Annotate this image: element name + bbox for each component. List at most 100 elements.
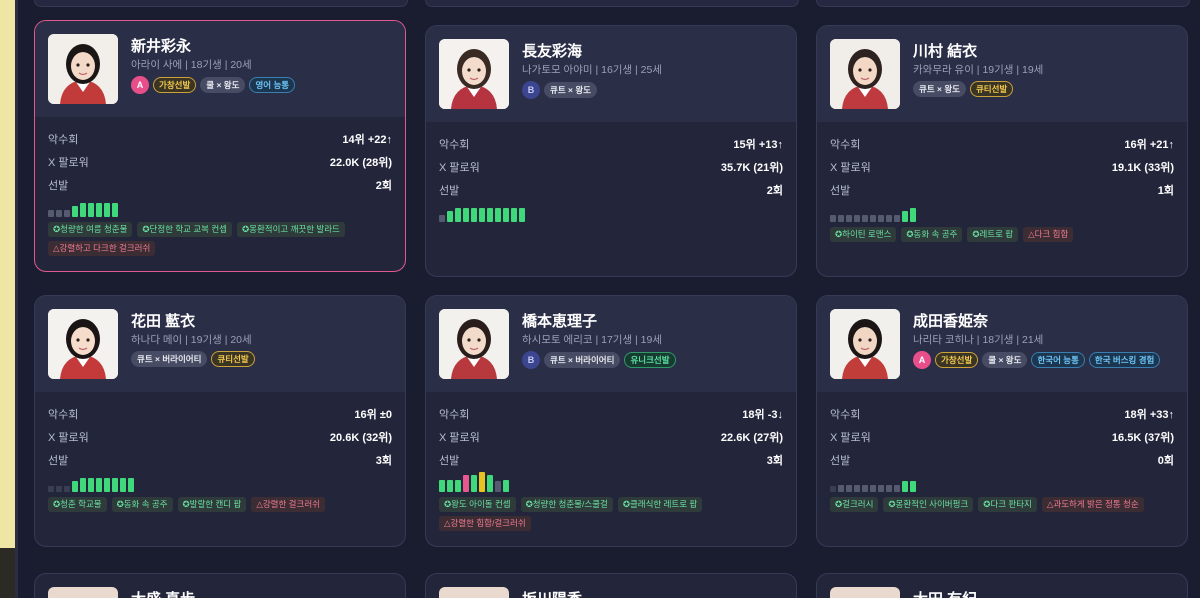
stats-block: 악수회 15위 +13↑ X 팔로워 35.7K (21위) 선발 2회 [439,132,783,201]
tag-list: B 큐트 × 버라이어티 유니크선발 [522,351,676,369]
member-card[interactable]: 新井彩永 아라이 사에 | 18기생 | 20세 A 가창선발 쿨 × 왕도 영어 능… [34,20,406,272]
member-photo [830,587,900,598]
card-header: 新井彩永 아라이 사에 | 18기생 | 20세 A 가창선발 쿨 × 왕도 영어 능… [35,21,405,117]
member-card[interactable]: 川村 結衣 카와무라 유이 | 19기생 | 19세 큐트 × 왕도 큐티선발 악… [816,25,1188,277]
stat-label: 악수회 [830,408,861,421]
concept-tag: ✪단정한 학교 교복 컨셉 [137,222,232,237]
stat-label: X 팔로워 [830,431,871,444]
history-bar [902,211,908,222]
history-bar [878,215,884,222]
member-card[interactable]: 大盛 真歩 [34,573,406,598]
member-card[interactable]: 大田 有紀 [816,573,1188,598]
stat-value: 1회 [1157,184,1174,197]
stat-value: 20.6K (32위) [329,431,392,444]
history-bar [862,485,868,492]
stat-value: 3회 [375,454,392,467]
member-card[interactable]: 成田香姫奈 나리타 코히나 | 18기생 | 21세 A 가창선발 쿨 × 왕도 한국… [816,295,1188,547]
history-bar [112,203,118,217]
stat-value: 22.6K (27위) [720,431,783,444]
concept-tag: ✪몽환적인 사이버펑크 [883,497,974,512]
concept-tag: ✪왕도 아이돌 컨셉 [439,497,516,512]
member-photo [439,309,509,379]
stats-block: 악수회 18위 +33↑ X 팔로워 16.5K (37위) 선발 0회 [830,402,1174,471]
card-header: 花田 藍衣 하나다 메이 | 19기생 | 20세 큐트 × 버라이어티 큐티선발 [35,296,405,392]
stat-label: 악수회 [439,408,470,421]
stat-label: X 팔로워 [830,161,871,174]
stat-row: 악수회 14위 +22↑ [48,127,392,150]
history-bar [56,486,62,492]
member-card[interactable]: 坂川陽香 [425,573,797,598]
team-badge: A [913,351,931,369]
history-bars [48,472,134,492]
tag-list: A 가창선발 쿨 × 왕도 한국어 능통 한국 버스킹 경험 [913,351,1161,369]
concept-tag: ✪청춘 학교물 [48,497,107,512]
stat-row: 악수회 15위 +13↑ [439,132,783,155]
member-name: 坂川陽香 [522,588,582,598]
history-bar [854,485,860,492]
history-bar [886,215,892,222]
history-bar [487,475,493,492]
history-bar [894,215,900,222]
trait-tag: 큐트 × 왕도 [913,81,966,97]
concept-tag: ✪다크 판타지 [978,497,1037,512]
stat-label: X 팔로워 [48,156,89,169]
stats-block: 악수회 14위 +22↑ X 팔로워 22.0K (28위) 선발 2회 [48,127,392,196]
history-bar [471,208,477,222]
tag-list: 큐트 × 왕도 큐티선발 [913,81,1014,97]
stat-value: 35.7K (21위) [720,161,783,174]
stat-value: 16위 +21↑ [1124,138,1174,151]
stat-value: 2회 [766,184,783,197]
concept-list: ✪청춘 학교물 ✪동화 속 공주 ✪발랄한 캔디 팝 △강렬한 걸크러쉬 [48,497,392,512]
stat-value: 19.1K (33위) [1111,161,1174,174]
history-bar [902,481,908,492]
member-photo [830,309,900,379]
history-bar [455,480,461,492]
stat-row: 선발 0회 [830,448,1174,471]
stat-row: 악수회 16위 +21↑ [830,132,1174,155]
stat-label: 선발 [48,179,69,192]
history-bar [471,475,477,492]
history-bar [870,215,876,222]
member-card[interactable]: 長友彩海 나가토모 아야미 | 16기생 | 25세 B 큐트 × 왕도 악수회 … [425,25,797,277]
stat-value: 2회 [375,179,392,192]
history-bar [910,208,916,222]
history-bar [56,210,62,217]
history-bar [878,485,884,492]
concept-list: ✪하이틴 로맨스 ✪동화 속 공주 ✪레트로 팝 △다크 힙합 [830,227,1174,242]
history-bar [495,208,501,222]
member-subtitle: 카와무라 유이 | 19기생 | 19세 [913,64,1044,76]
concept-tag: ✪몽환적이고 깨끗한 발라드 [237,222,345,237]
member-name: 花田 藍衣 [131,313,196,330]
trait-tag: 영어 능통 [249,77,296,93]
stat-value: 14위 +22↑ [342,133,392,146]
stat-row: X 팔로워 35.7K (21위) [439,155,783,178]
member-card[interactable]: 花田 藍衣 하나다 메이 | 19기생 | 20세 큐트 × 버라이어티 큐티선발… [34,295,406,547]
history-bar [846,485,852,492]
stat-row: 악수회 18위 +33↑ [830,402,1174,425]
concept-tag: ✪청량한 청춘물/스쿨걸 [520,497,613,512]
history-bar [511,208,517,222]
history-bar [838,215,844,222]
member-card[interactable]: 橋本恵理子 하시모토 에리코 | 17기생 | 19세 B 큐트 × 버라이어티 유… [425,295,797,547]
history-bar [463,208,469,222]
history-bar [48,486,54,492]
history-bars [439,202,525,222]
concept-tag: ✪동화 속 공주 [111,497,173,512]
concept-tag: ✪클래식한 레트로 팝 [617,497,703,512]
history-bar [80,478,86,492]
history-bar [503,208,509,222]
card-header: 橋本恵理子 하시모토 에리코 | 17기생 | 19세 B 큐트 × 버라이어티 유… [426,296,796,392]
stat-label: 선발 [48,454,69,467]
stat-row: 선발 3회 [439,448,783,471]
left-strip-bottom [0,548,18,598]
member-name: 大盛 真歩 [131,588,195,598]
stat-label: X 팔로워 [439,431,480,444]
stats-block: 악수회 18위 -3↓ X 팔로워 22.6K (27위) 선발 3회 [439,402,783,471]
member-subtitle: 아라이 사에 | 18기생 | 20세 [131,59,252,71]
stat-label: 선발 [439,184,460,197]
history-bar [479,472,485,492]
history-bar [72,206,78,217]
history-bars [830,472,916,492]
stats-block: 악수회 16위 +21↑ X 팔로워 19.1K (33위) 선발 1회 [830,132,1174,201]
history-bar [120,478,126,492]
